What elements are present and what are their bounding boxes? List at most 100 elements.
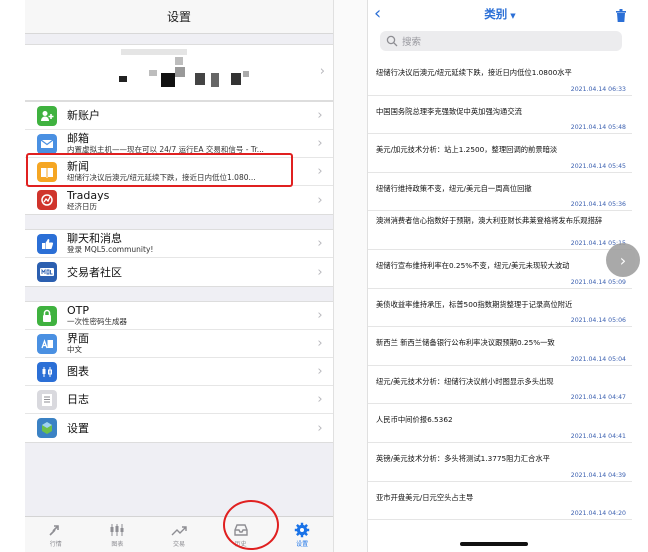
news-headline: 人民币中间价报6.5362 (376, 415, 453, 425)
menu-item-label: 交易者社区 (67, 265, 122, 279)
chat-thumb-icon (37, 233, 57, 254)
news-item[interactable]: 亚市开盘美元/日元空头占主导 2021.04.14 04:20 (368, 482, 632, 521)
menu-item-chat[interactable]: 聊天和消息 登录 MQL5.community! › (25, 230, 333, 258)
tradays-icon (37, 190, 57, 210)
trash-icon[interactable] (616, 7, 626, 26)
news-item[interactable]: 英镑/美元技术分析：多头将测试1.3775阻力汇合水平 2021.04.14 04… (368, 443, 632, 482)
menu-item-interface[interactable]: 界面 中文 › (25, 330, 333, 358)
chart-candle-icon (37, 361, 57, 382)
menu-item-tradays[interactable]: Tradays 经济日历 › (25, 186, 333, 214)
news-panel: ‹ 类别 ▼ 搜索 纽储行决议后澳元/纽元延续下跌，接近日内低位1.0800水平 2… (368, 0, 632, 552)
menu-item-charts[interactable]: 图表 › (25, 358, 333, 386)
pixelated-block (119, 76, 127, 82)
menu-item-subtitle: 一次性密码生成器 (67, 317, 127, 326)
tab-label: 交易 (172, 541, 185, 548)
language-icon (37, 333, 57, 354)
category-selector[interactable]: 类别 ▼ (484, 6, 515, 22)
chevron-right-icon: › (317, 136, 323, 151)
news-item[interactable]: 纽储行维持政策不变，纽元/美元自一周高位回撤 2021.04.14 05:36 (368, 173, 632, 212)
chevron-right-icon: › (317, 264, 323, 280)
chevron-right-icon: › (317, 364, 323, 379)
news-timestamp: 2021.04.14 05:48 (570, 124, 626, 132)
pixelated-block (211, 73, 219, 87)
news-item[interactable]: 纽元/美元技术分析：纽储行决议前小时图显示多头出现 2021.04.14 04:4… (368, 366, 632, 405)
chevron-right-icon: › (317, 420, 323, 436)
news-headline: 新西兰 新西兰储备银行公布利率决议跟预期0.25%一致 (376, 338, 555, 348)
news-timestamp: 2021.04.14 04:47 (570, 394, 626, 402)
log-icon (37, 389, 57, 410)
scroll-next-button[interactable]: › (606, 243, 640, 277)
news-timestamp: 2021.04.14 04:41 (570, 432, 626, 440)
news-timestamp: 2021.04.14 05:06 (570, 317, 626, 325)
news-item[interactable]: 纽储行宣布维持利率在0.25%不变，纽元/美元未现较大波动 2021.04.14 … (368, 250, 632, 289)
menu-item-label: 聊天和消息 (67, 232, 122, 245)
menu-item-settings[interactable]: 设置 › (25, 414, 333, 442)
news-item[interactable]: 人民币中间价报6.5362 2021.04.14 04:41 (368, 404, 632, 443)
bottom-tab-bar: 行情 图表 交易 历史 设置 (25, 516, 333, 552)
gear-icon (294, 521, 310, 539)
tab-trade[interactable]: 交易 (148, 517, 210, 552)
menu-item-label: 界面 (67, 332, 89, 345)
pixelated-block (175, 67, 185, 77)
news-item[interactable]: 纽储行决议后澳元/纽元延续下跌，接近日内低位1.0800水平 2021.04.14… (368, 57, 632, 96)
pixelated-block (231, 73, 241, 85)
add-account-icon (37, 105, 57, 126)
news-headline: 亚市开盘美元/日元空头占主导 (376, 492, 474, 502)
pixelated-account-name (121, 49, 187, 55)
pixelated-block (161, 73, 175, 87)
otp-lock-icon (37, 305, 57, 326)
menu-item-subtitle: 登录 MQL5.community! (67, 245, 154, 254)
tab-label: 设置 (296, 541, 309, 548)
tab-charts[interactable]: 图表 (87, 517, 149, 552)
home-indicator (460, 542, 528, 546)
settings-tab-highlight-circle (223, 500, 279, 550)
screenshot-stage: 设置 › 新账户 › 邮箱 内置虚拟主机——现在可以 24/7 运行EA 交易和… (0, 0, 648, 552)
menu-item-traders-community[interactable]: 交易者社区 › (25, 258, 333, 286)
account-profile-row[interactable]: › (25, 44, 333, 101)
search-icon (386, 35, 398, 47)
news-headline: 纽储行维持政策不变，纽元/美元自一周高位回撤 (376, 183, 532, 193)
menu-item-label: OTP (67, 304, 90, 317)
menu-item-label: 图表 (67, 365, 89, 378)
mql-community-icon (37, 262, 57, 282)
quotes-icon (48, 521, 64, 539)
news-item[interactable]: 新西兰 新西兰储备银行公布利率决议跟预期0.25%一致 2021.04.14 05… (368, 327, 632, 366)
menu-item-subtitle: 经济日历 (67, 201, 97, 211)
back-chevron-icon[interactable]: ‹ (374, 3, 381, 24)
trade-icon (171, 521, 187, 539)
chevron-right-icon: › (319, 64, 325, 79)
settings-title: 设置 (25, 0, 333, 34)
search-placeholder: 搜索 (402, 37, 422, 48)
news-headline: 纽元/美元技术分析：纽储行决议前小时图显示多头出现 (376, 376, 554, 386)
category-title: 类别 (484, 7, 508, 21)
news-timestamp: 2021.04.14 06:33 (570, 85, 626, 93)
chevron-right-icon: › (317, 336, 323, 351)
menu-item-label: 设置 (67, 421, 89, 435)
tab-label: 图表 (111, 541, 124, 548)
menu-item-log[interactable]: 日志 › (25, 386, 333, 414)
news-item[interactable]: 美元/加元技术分析：站上1.2500，整理回调的前景暗淡 2021.04.14 0… (368, 134, 632, 173)
news-timestamp: 2021.04.14 04:20 (570, 510, 626, 518)
news-item[interactable]: 中国国务院总理李克强致促中英加强沟通交流 2021.04.14 05:48 (368, 96, 632, 135)
menu-item-otp[interactable]: OTP 一次性密码生成器 › (25, 302, 333, 330)
news-list: 纽储行决议后澳元/纽元延续下跌，接近日内低位1.0800水平 2021.04.14… (368, 57, 632, 521)
menu-item-label: Tradays (67, 188, 110, 202)
chevron-right-icon: › (317, 392, 323, 407)
pixelated-block (243, 71, 249, 77)
menu-item-new-account[interactable]: 新账户 › (25, 102, 333, 130)
menu-item-label: 新账户 (67, 109, 100, 122)
settings-app-icon (37, 418, 57, 438)
pixelated-block (195, 73, 205, 85)
news-item[interactable]: 美债收益率维持承压，标普500指数期货整理于记录高位附近 2021.04.14 0… (368, 289, 632, 328)
news-timestamp: 2021.04.14 05:04 (570, 355, 626, 363)
menu-item-label: 邮箱 (67, 132, 89, 145)
news-search-field[interactable]: 搜索 (380, 31, 622, 51)
news-item[interactable]: 澳洲消费者信心指数好于预期，澳大利亚财长弗莱登格将发布乐观措辞 2021.04.1… (368, 211, 632, 250)
tab-quotes[interactable]: 行情 (25, 517, 87, 552)
tab-settings[interactable]: 设置 (271, 517, 333, 552)
settings-panel: 设置 › 新账户 › 邮箱 内置虚拟主机——现在可以 24/7 运行EA 交易和… (25, 0, 333, 552)
tab-label: 行情 (49, 541, 62, 548)
menu-group-3: OTP 一次性密码生成器 › 界面 中文 › 图表 › 日志 › 设置 › (25, 301, 333, 443)
chevron-right-icon: › (317, 164, 323, 179)
menu-item-label: 日志 (67, 393, 89, 406)
